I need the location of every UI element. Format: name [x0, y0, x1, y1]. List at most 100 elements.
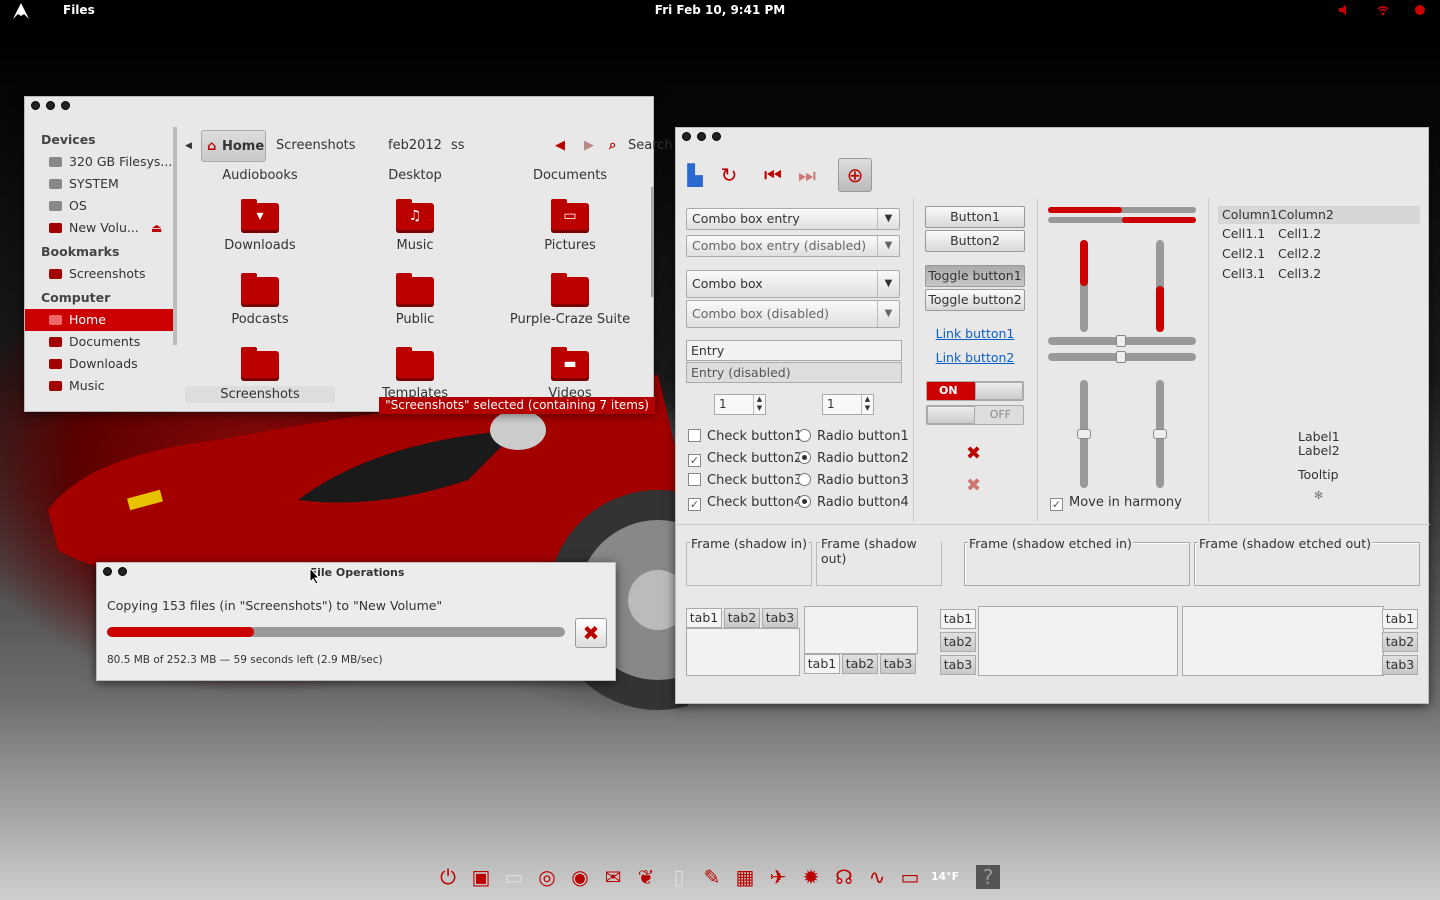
tab-1[interactable]: tab1 — [686, 608, 722, 628]
graphics-icon[interactable]: ✎ — [700, 865, 724, 889]
tab-2[interactable]: tab2 — [842, 654, 878, 674]
terminal-icon[interactable]: ▭ — [502, 865, 526, 889]
toggle-button-1[interactable]: Toggle button1 — [925, 265, 1025, 287]
close-button[interactable] — [682, 132, 691, 141]
check-button-1[interactable]: Check button1 — [688, 429, 802, 447]
eject-icon[interactable]: ⏏ — [151, 217, 162, 239]
folder-templates[interactable]: Templates — [340, 347, 490, 401]
folder-videos[interactable]: ▬ Videos — [495, 347, 645, 401]
maximize-button[interactable] — [61, 101, 70, 110]
sidebar-item-os[interactable]: OS — [25, 195, 173, 217]
folder-downloads[interactable]: ▾ Downloads — [185, 199, 335, 253]
spin-button-2[interactable]: 1 ▲ ▼ — [822, 394, 874, 415]
tab-1[interactable]: tab1 — [940, 609, 976, 629]
sidebar-item-documents[interactable]: Documents — [25, 331, 173, 353]
scale-knob[interactable] — [1116, 351, 1126, 363]
sidebar-item-screenshots[interactable]: Screenshots — [25, 263, 173, 285]
move-in-harmony-check[interactable]: ✓ Move in harmony — [1050, 495, 1182, 513]
add-icon[interactable]: ⊕ — [838, 158, 872, 192]
checkbox[interactable]: ✓ — [1050, 498, 1063, 511]
system-monitor-icon[interactable]: ∿ — [865, 865, 889, 889]
spin-arrows-icon[interactable]: ▲ ▼ — [753, 395, 765, 414]
switch-on[interactable]: ON — [926, 381, 1024, 401]
tab-3[interactable]: tab3 — [940, 655, 976, 675]
radio-button-3[interactable]: Radio button3 — [798, 473, 909, 491]
toggle-button-2[interactable]: Toggle button2 — [925, 289, 1025, 311]
scale-knob[interactable] — [1153, 429, 1167, 439]
sidebar-item-music[interactable]: Music — [25, 375, 173, 397]
mail-icon[interactable]: ✉ — [601, 865, 625, 889]
table-row[interactable]: Cell3.1 Cell3.2 — [1218, 264, 1420, 284]
tab-1[interactable]: tab1 — [804, 654, 840, 674]
combo-box[interactable]: Combo box ▼ — [686, 270, 900, 298]
firefox-icon[interactable]: ◉ — [568, 865, 592, 889]
radio[interactable] — [798, 473, 811, 486]
link-button-1[interactable]: Link button1 — [925, 326, 1025, 341]
downloader-icon[interactable]: ✹ — [799, 865, 823, 889]
sidebar-item-new-volume[interactable]: New Volu... ⏏ — [25, 217, 173, 239]
close-icon[interactable]: ✖ — [966, 443, 981, 464]
folder-desktop[interactable]: Desktop — [340, 163, 490, 183]
chrome-icon[interactable]: ◎ — [535, 865, 559, 889]
help-icon[interactable]: ? — [976, 865, 1000, 889]
folder-public[interactable]: Public — [340, 273, 490, 327]
tab-3[interactable]: tab3 — [762, 608, 798, 628]
tooltip-label[interactable]: Tooltip — [1298, 467, 1339, 482]
sidebar-item-filesystem[interactable]: 320 GB Filesys... — [25, 151, 173, 173]
calculator-icon[interactable]: ▦ — [733, 865, 757, 889]
horizontal-slider-1[interactable] — [1048, 207, 1196, 213]
tab-2[interactable]: tab2 — [1382, 632, 1418, 652]
check-button-3[interactable]: Check button3 — [688, 473, 802, 491]
button-1[interactable]: Button1 — [925, 206, 1025, 228]
table-row[interactable]: Cell2.1 Cell2.2 — [1218, 244, 1420, 264]
tab-2[interactable]: tab2 — [940, 632, 976, 652]
maximize-button[interactable] — [712, 132, 721, 141]
tab-3[interactable]: tab3 — [1382, 655, 1418, 675]
combo-box-entry[interactable]: Combo box entry ▼ — [686, 208, 900, 230]
chevron-down-icon[interactable]: ▼ — [877, 209, 899, 229]
radio[interactable] — [798, 495, 811, 508]
sidebar-item-home[interactable]: Home — [25, 309, 173, 331]
minimize-button[interactable] — [697, 132, 706, 141]
vertical-slider-1[interactable] — [1080, 240, 1088, 332]
files-icon[interactable]: ▣ — [469, 865, 493, 889]
goto-last-icon[interactable]: ⏭ — [792, 160, 822, 190]
cancel-copy-button[interactable]: ✖ — [575, 618, 607, 648]
refresh-icon[interactable]: ↻ — [714, 160, 744, 190]
vertical-scale-2[interactable] — [1153, 380, 1167, 488]
column-header[interactable]: Column1 — [1218, 206, 1278, 224]
checkbox[interactable] — [688, 429, 701, 442]
theme-icon[interactable]: ▙ — [680, 160, 710, 190]
power-icon[interactable]: ⏻ — [436, 865, 460, 889]
spin-button-1[interactable]: 1 ▲ ▼ — [714, 394, 766, 415]
switch-knob[interactable] — [975, 382, 1023, 400]
headphones-icon[interactable]: ☊ — [832, 865, 856, 889]
checkbox[interactable]: ✓ — [688, 498, 701, 511]
search-icon[interactable]: ⌕ — [609, 130, 616, 162]
horizontal-slider-2[interactable] — [1048, 217, 1196, 223]
radio-button-1[interactable]: Radio button1 — [798, 429, 909, 447]
link-button-2[interactable]: Link button2 — [925, 350, 1025, 365]
check-button-4[interactable]: ✓ Check button4 — [688, 495, 802, 513]
back-arrow-icon[interactable]: ◀ — [555, 130, 565, 162]
scale-knob[interactable] — [1077, 429, 1091, 439]
vertical-slider-2[interactable] — [1156, 240, 1164, 332]
grid-scrollbar[interactable] — [651, 187, 654, 297]
vertical-scale-1[interactable] — [1077, 380, 1091, 488]
tab-2[interactable]: tab2 — [724, 608, 760, 628]
tree-view[interactable]: Column1 Column2 Cell1.1 Cell1.2 Cell2.1 Cel… — [1218, 206, 1420, 284]
path-home-button[interactable]: ⌂ Home — [201, 130, 266, 162]
column-header[interactable]: Column2 — [1276, 206, 1334, 224]
table-row[interactable]: Cell1.1 Cell1.2 — [1218, 224, 1420, 244]
scale-knob[interactable] — [1116, 335, 1126, 347]
path-feb2012-button[interactable]: feb2012 — [388, 130, 442, 162]
user-status-icon[interactable] — [1414, 4, 1426, 16]
switch-off[interactable]: OFF — [926, 405, 1024, 425]
path-scroll-left-icon[interactable]: ◀ — [185, 130, 192, 162]
tab-1[interactable]: tab1 — [1382, 609, 1418, 629]
folder-music[interactable]: ♫ Music — [340, 199, 490, 253]
switch-knob[interactable] — [927, 406, 975, 424]
weather-widget[interactable]: 14°F — [930, 865, 960, 889]
clock[interactable]: Fri Feb 10, 9:41 PM — [0, 3, 1440, 17]
sidebar-item-system[interactable]: SYSTEM — [25, 173, 173, 195]
